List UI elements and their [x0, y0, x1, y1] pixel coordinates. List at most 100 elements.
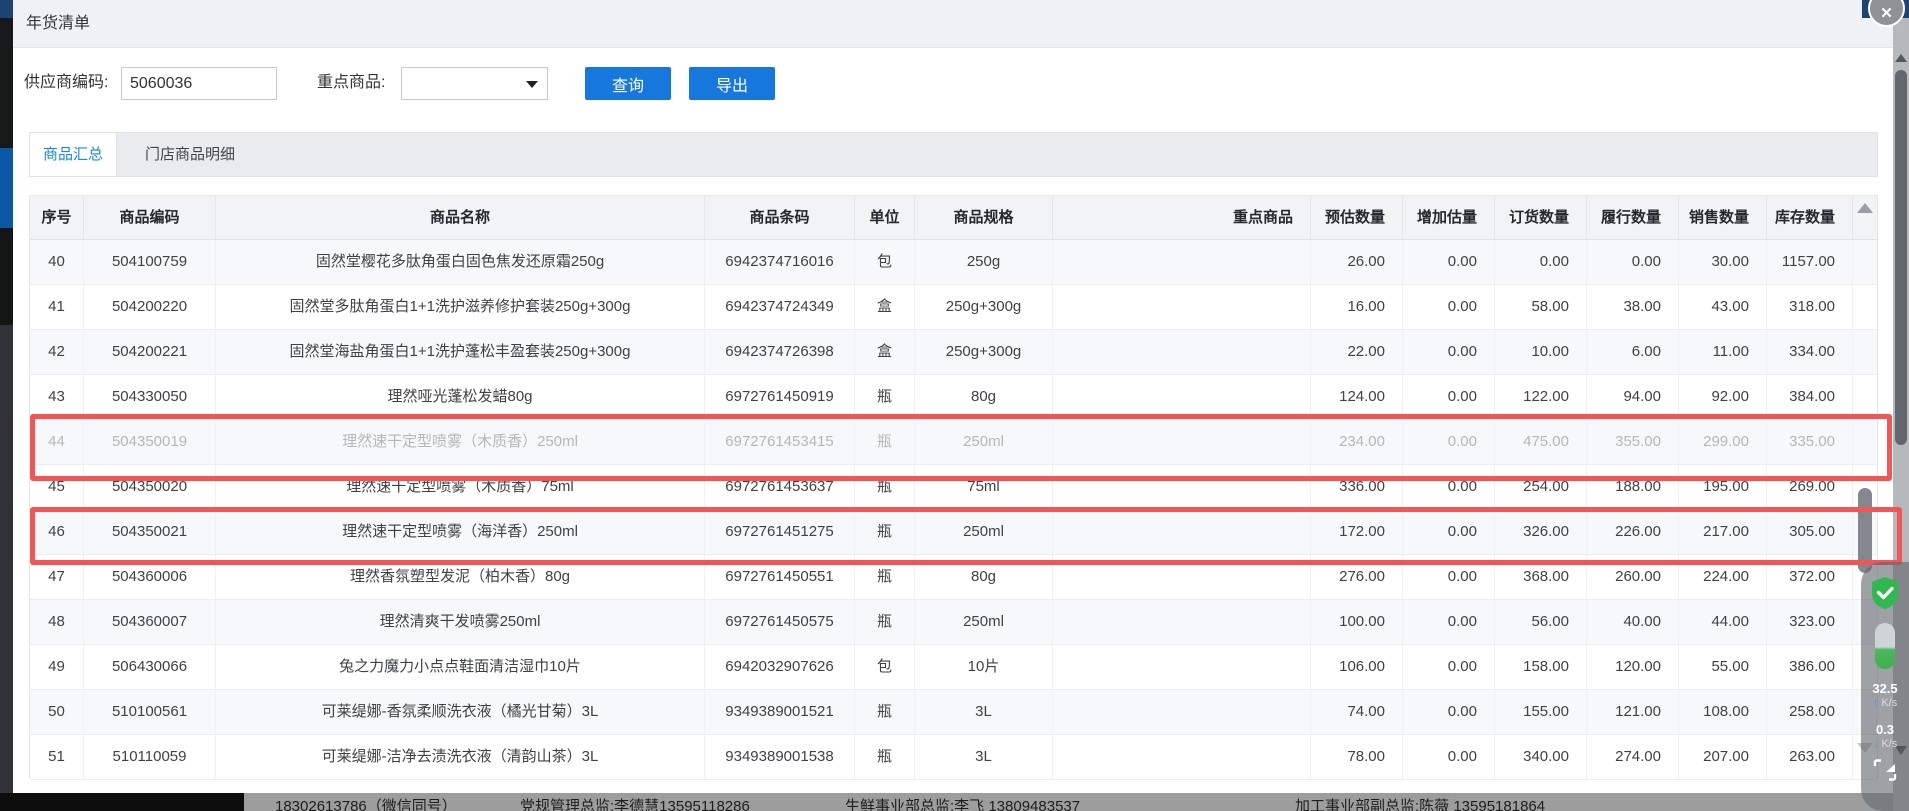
table-cell: 323.00: [1767, 600, 1853, 644]
header-cell[interactable]: 履行数量: [1587, 196, 1679, 239]
header-cell[interactable]: 商品规格: [915, 196, 1053, 239]
contact-item: 党规管理总监:李德慧13595118286: [520, 795, 750, 811]
table-cell: 276.00: [1311, 555, 1403, 599]
header-cell[interactable]: 重点商品: [1053, 196, 1311, 239]
shield-check-icon[interactable]: [1870, 576, 1900, 610]
table-cell: 108.00: [1679, 690, 1767, 734]
table-cell: 260.00: [1587, 555, 1679, 599]
table-row[interactable]: 48504360007理然清爽干发喷雾250ml6972761450575瓶25…: [30, 600, 1877, 645]
header-cell[interactable]: 销售数量: [1679, 196, 1767, 239]
download-speed-unit: ↓ K/s: [1873, 737, 1897, 751]
header-cell[interactable]: 商品编码: [84, 196, 216, 239]
export-button[interactable]: 导出: [689, 67, 775, 100]
bottom-contact-bar: 18302613786（微信同号） 党规管理总监:李德慧13595118286 …: [0, 793, 1909, 811]
table-row[interactable]: 40504100759固然堂樱花多肽角蛋白固色焦发还原霜250g69423747…: [30, 240, 1877, 285]
table-cell: [1053, 465, 1311, 509]
table-row[interactable]: 46504350021理然速干定型喷雾（海洋香）250ml69727614512…: [30, 510, 1877, 555]
table-cell: 6972761453637: [705, 465, 855, 509]
floating-utility-widget[interactable]: 32.5 ↑ K/s 0.3 ↓ K/s: [1861, 562, 1909, 811]
table-cell: 475.00: [1495, 420, 1587, 464]
table-cell: 6.00: [1587, 330, 1679, 374]
table-row[interactable]: 44504350019理然速干定型喷雾（木质香）250ml69727614534…: [30, 420, 1877, 465]
tab-store-product-detail[interactable]: 门店商品明细: [117, 133, 263, 176]
table-row[interactable]: 41504200220固然堂多肽角蛋白1+1洗护滋养修护套装250g+300g6…: [30, 285, 1877, 330]
table-row[interactable]: 49506430066兔之力魔力小点点鞋面清洁湿巾10片694203290762…: [30, 645, 1877, 690]
tab-product-summary[interactable]: 商品汇总: [30, 133, 117, 176]
table-cell: 瓶: [855, 420, 915, 464]
table-cell: 121.00: [1587, 690, 1679, 734]
header-cell[interactable]: 序号: [30, 196, 84, 239]
table-cell: 47: [30, 555, 84, 599]
key-product-select[interactable]: [401, 67, 548, 100]
table-cell: 固然堂多肽角蛋白1+1洗护滋养修护套装250g+300g: [216, 285, 705, 329]
page-scroll-up-icon[interactable]: [1895, 54, 1907, 62]
table-cell: 100.00: [1311, 600, 1403, 644]
table-row[interactable]: 45504350020理然速干定型喷雾（木质香）75ml697276145363…: [30, 465, 1877, 510]
header-cell[interactable]: 订货数量: [1495, 196, 1587, 239]
table-cell: 172.00: [1311, 510, 1403, 554]
row-gutter: [1853, 240, 1873, 284]
table-cell: 固然堂樱花多肽角蛋白固色焦发还原霜250g: [216, 240, 705, 284]
row-gutter: [1853, 285, 1873, 329]
table-scrollbar-thumb[interactable]: [1858, 488, 1872, 573]
table-cell: [1053, 600, 1311, 644]
table-cell: 26.00: [1311, 240, 1403, 284]
capsule-status-icon[interactable]: [1875, 623, 1895, 669]
table-cell: 0.00: [1403, 510, 1495, 554]
arrow-down-icon: ↓: [1873, 738, 1879, 750]
table-cell: 包: [855, 240, 915, 284]
table-cell: 41: [30, 285, 84, 329]
table-row[interactable]: 51510110059可莱缇娜-洁净去渍洗衣液（清韵山茶）3L934938900…: [30, 735, 1877, 780]
table-cell: 44: [30, 420, 84, 464]
arrow-up-icon: ↑: [1873, 697, 1879, 709]
modal-title-bar: 年货清单: [13, 0, 1893, 48]
table-row[interactable]: 42504200221固然堂海盐角蛋白1+1洗护蓬松丰盈套装250g+300g6…: [30, 330, 1877, 375]
header-cell[interactable]: 商品条码: [705, 196, 855, 239]
page-scrollbar-thumb[interactable]: [1895, 70, 1907, 445]
table-cell: 195.00: [1679, 465, 1767, 509]
header-cell[interactable]: 库存数量: [1767, 196, 1853, 239]
table-cell: 理然香氛塑型发泥（柏木香）80g: [216, 555, 705, 599]
left-strip-topnav: [0, 0, 13, 18]
table-cell: 50: [30, 690, 84, 734]
table-cell: 6972761453415: [705, 420, 855, 464]
table-cell: [1053, 690, 1311, 734]
toolbar: 供应商编码: 重点商品: 查询 导出: [13, 48, 1893, 118]
table-cell: 51: [30, 735, 84, 779]
table-row[interactable]: 47504360006理然香氛塑型发泥（柏木香）80g6972761450551…: [30, 555, 1877, 600]
header-cell[interactable]: 增加估量: [1403, 196, 1495, 239]
table-cell: 0.00: [1403, 375, 1495, 419]
table-cell: 75ml: [915, 465, 1053, 509]
table-cell: 372.00: [1767, 555, 1853, 599]
table-scroll-up-icon[interactable]: [1857, 203, 1873, 213]
supplier-code-input[interactable]: [121, 67, 277, 100]
header-cell[interactable]: 商品名称: [216, 196, 705, 239]
header-cell[interactable]: 单位: [855, 196, 915, 239]
tab-bar: 商品汇总 门店商品明细: [29, 132, 1878, 177]
table-cell: 224.00: [1679, 555, 1767, 599]
table-cell: 理然清爽干发喷雾250ml: [216, 600, 705, 644]
header-cell[interactable]: 预估数量: [1311, 196, 1403, 239]
table-cell: 0.00: [1403, 600, 1495, 644]
upload-speed-unit: ↑ K/s: [1873, 696, 1897, 710]
table-cell: 0.00: [1403, 690, 1495, 734]
table-cell: 盒: [855, 330, 915, 374]
table-row[interactable]: 50510100561可莱缇娜-香氛柔顺洗衣液（橘光甘菊）3L934938900…: [30, 690, 1877, 735]
table-cell: [1053, 735, 1311, 779]
table-cell: 299.00: [1679, 420, 1767, 464]
table-cell: 226.00: [1587, 510, 1679, 554]
close-button[interactable]: ✕: [1868, 0, 1905, 27]
page-title: 年货清单: [26, 0, 90, 48]
table-cell: 0.00: [1587, 240, 1679, 284]
table-cell: 0.00: [1403, 465, 1495, 509]
table-cell: 334.00: [1767, 330, 1853, 374]
table-cell: 43: [30, 375, 84, 419]
table-row[interactable]: 43504330050理然哑光蓬松发蜡80g6972761450919瓶80g1…: [30, 375, 1877, 420]
table-cell: 0.00: [1403, 555, 1495, 599]
screenshot-icon[interactable]: [1873, 759, 1897, 781]
chevron-down-icon: [526, 81, 538, 88]
table-cell: [1053, 645, 1311, 689]
table-cell: 368.00: [1495, 555, 1587, 599]
query-button[interactable]: 查询: [585, 67, 671, 100]
table-cell: 42: [30, 330, 84, 374]
